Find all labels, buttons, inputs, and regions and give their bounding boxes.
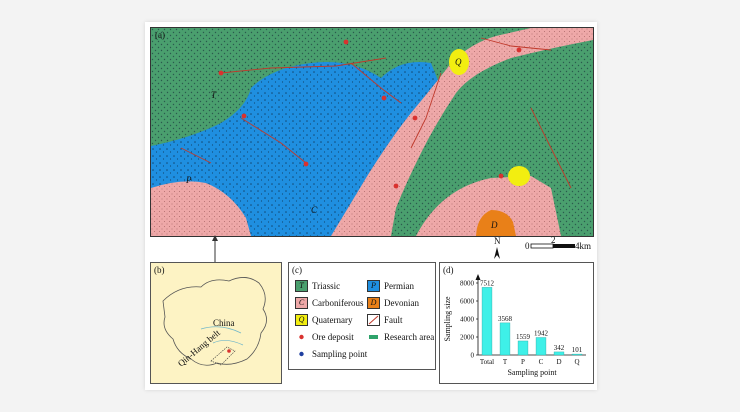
x-tick-label: P: [521, 358, 525, 366]
legend-item-sampling-point: Sampling point: [295, 348, 367, 360]
triassic-swatch: T: [295, 280, 308, 292]
unit-letter-d: D: [490, 220, 498, 230]
bar-value-label: 1559: [516, 333, 531, 341]
bar: [481, 287, 493, 356]
connector-arrow: [212, 235, 218, 262]
bar-value-label: 7512: [480, 279, 495, 287]
x-tick-label: T: [503, 358, 508, 366]
study-location-marker: [227, 349, 231, 353]
quaternary-patch: [508, 166, 530, 186]
permian-swatch: P: [367, 280, 380, 292]
legend-panel: (c) T Triassic P Permian C Carboniferous…: [288, 262, 436, 370]
panel-label-c: (c): [292, 265, 302, 275]
sampling-point-icon: [295, 348, 308, 360]
unit-letter-p: P: [185, 175, 192, 185]
scale-end: 4km: [575, 241, 591, 251]
y-tick-label: 4000: [460, 316, 475, 324]
scale-mid: 2: [551, 235, 556, 245]
legend-label: Quaternary: [312, 315, 353, 325]
legend-label: Permian: [384, 281, 414, 291]
panel-label-a: (a): [155, 30, 165, 40]
bar: [571, 353, 583, 356]
figure: (a) T P C Q D N 0 2 4km (b) China Qin-Ha…: [145, 22, 597, 390]
north-label: N: [494, 236, 501, 246]
unit-letter-c: C: [311, 205, 318, 215]
bar-value-label: 3568: [498, 315, 513, 323]
y-axis-label: Sampling size: [443, 296, 452, 342]
legend-label: Ore deposit: [312, 332, 354, 342]
china-label: China: [213, 318, 235, 328]
sampling-bar-chart: 0 2000 4000 6000 8000 7512 Total 3568 T 1559 P 1942…: [443, 274, 586, 377]
research-area-icon: [367, 331, 380, 343]
y-tick-label: 8000: [460, 280, 475, 288]
geological-map-panel: (a) T P C Q D: [150, 27, 594, 237]
unit-letter-q: Q: [455, 57, 462, 67]
sampling-chart-panel: (d) 0 2000 4000 6000 8000 7512 Total 3568 T 1559 P…: [439, 262, 594, 384]
y-tick-label: 6000: [460, 298, 475, 306]
geological-map: (a) T P C Q D: [151, 28, 593, 236]
bar-value-label: 1942: [534, 330, 549, 338]
bar-value-label: 101: [572, 346, 583, 354]
scale-zero: 0: [525, 241, 530, 251]
legend-item-quaternary: Q Quaternary: [295, 314, 352, 326]
bar: [553, 351, 565, 356]
ore-deposit-icon: [295, 331, 308, 343]
legend-label: Triassic: [312, 281, 341, 291]
x-tick-label: Total: [480, 358, 494, 366]
legend-item-ore-deposit: Ore deposit: [295, 331, 354, 343]
bar: [517, 340, 529, 356]
legend-label: Carboniferous: [312, 298, 364, 308]
fault-icon: [367, 314, 380, 326]
north-and-scale: N 0 2 4km: [494, 235, 591, 259]
china-outline-map: China Qin-Hang belt: [162, 277, 267, 369]
bar: [499, 322, 511, 356]
legend-label: Fault: [384, 315, 403, 325]
bar: [535, 337, 547, 356]
legend-item-triassic: T Triassic: [295, 280, 340, 292]
x-axis-label: Sampling point: [507, 368, 557, 377]
north-arrow-icon: [494, 247, 500, 259]
x-tick-label: C: [539, 358, 544, 366]
quaternary-swatch: Q: [295, 314, 308, 326]
y-tick-label: 0: [471, 352, 475, 360]
x-tick-label: D: [556, 358, 561, 366]
legend-item-permian: P Permian: [367, 280, 414, 292]
legend-label: Devonian: [384, 298, 419, 308]
x-tick-label: Q: [574, 358, 579, 366]
legend-item-devonian: D Devonian: [367, 297, 419, 309]
china-locator-panel: (b) China Qin-Hang belt: [150, 262, 282, 384]
devonian-swatch: D: [367, 297, 380, 309]
bar-value-label: 342: [554, 344, 565, 352]
legend-label: Research area: [384, 332, 435, 342]
legend-item-research-area: Research area: [367, 331, 434, 343]
carboniferous-swatch: C: [295, 297, 308, 309]
legend-label: Sampling point: [312, 349, 368, 359]
legend-item-carboniferous: C Carboniferous: [295, 297, 364, 309]
y-tick-label: 2000: [460, 334, 475, 342]
legend-item-fault: Fault: [367, 314, 403, 326]
